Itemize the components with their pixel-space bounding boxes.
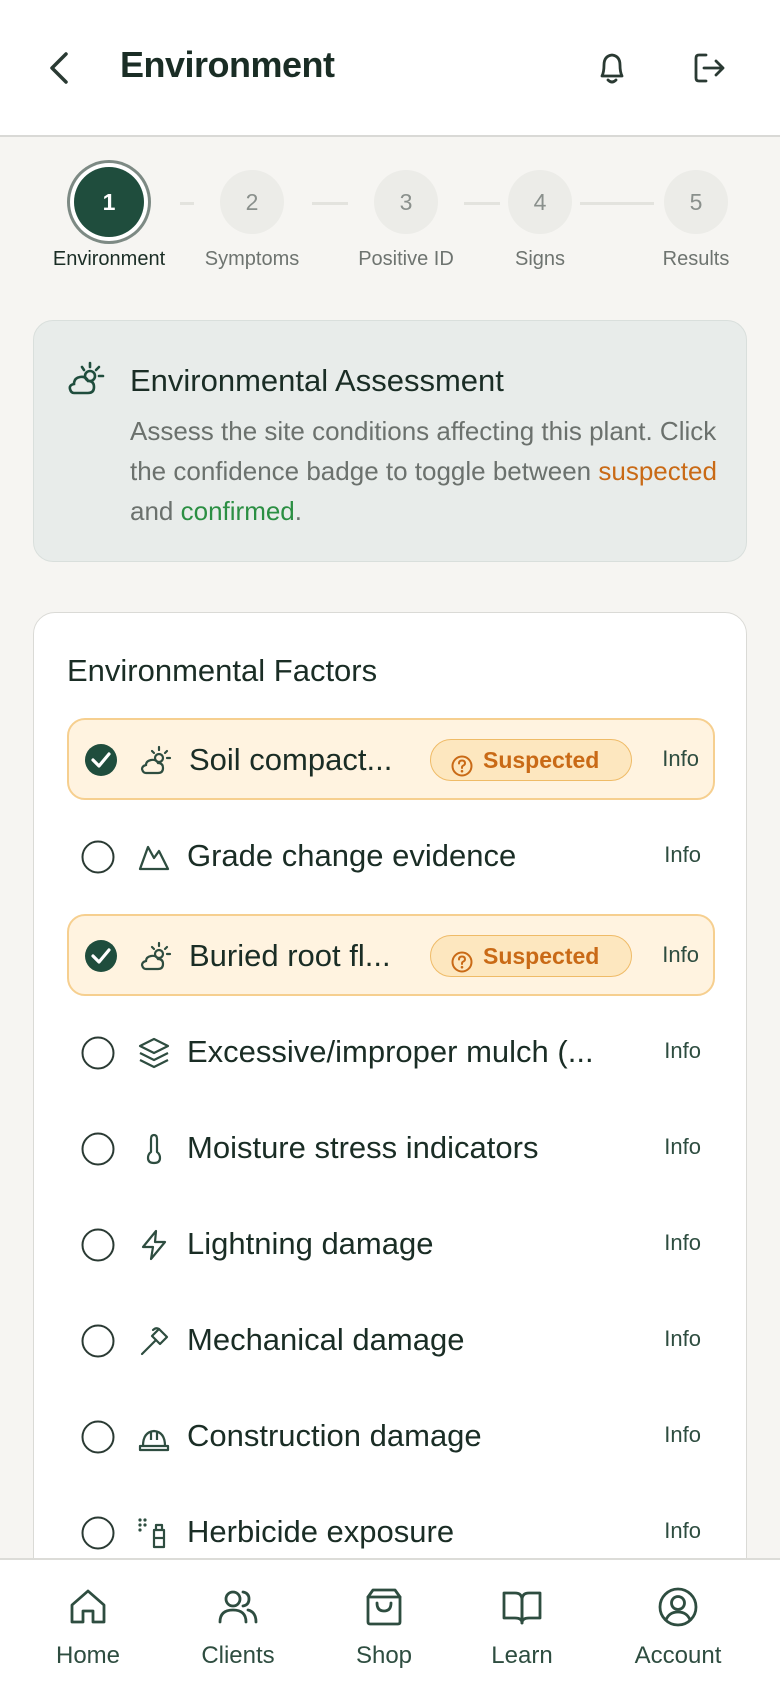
step-signs[interactable]: 4 Signs xyxy=(465,160,615,271)
unchecked-circle-icon[interactable] xyxy=(81,1324,115,1358)
progress-stepper: 1 Environment 2 Symptoms 3 Positive ID 4… xyxy=(0,160,780,280)
nav-label: Account xyxy=(634,1642,722,1669)
factor-row-mechanical[interactable]: Mechanical damage Info xyxy=(67,1300,715,1382)
factor-row-lightning[interactable]: Lightning damage Info xyxy=(67,1204,715,1286)
step-results[interactable]: 5 Results xyxy=(621,160,771,271)
account-icon xyxy=(658,1587,698,1627)
nav-label: Clients xyxy=(201,1642,275,1669)
step-label: Signs xyxy=(514,248,566,270)
checked-circle-icon[interactable] xyxy=(84,743,118,777)
step-label: Results xyxy=(662,248,730,270)
info-link[interactable]: Info xyxy=(664,1038,701,1064)
step-number: 5 xyxy=(664,170,728,234)
factor-label: Excessive/improper mulch (... xyxy=(187,1034,594,1069)
step-number: 3 xyxy=(374,170,438,234)
factor-row-soil-compaction[interactable]: Soil compact... Suspected Info xyxy=(67,718,715,800)
unchecked-circle-icon[interactable] xyxy=(81,1228,115,1262)
step-positive-id[interactable]: 3 Positive ID xyxy=(331,160,481,271)
nav-label: Learn xyxy=(491,1642,553,1669)
info-link[interactable]: Info xyxy=(664,1326,701,1352)
badge-label: Suspected xyxy=(483,747,600,773)
step-label: Environment xyxy=(52,248,166,270)
description-period: . xyxy=(294,496,302,526)
info-link[interactable]: Info xyxy=(662,942,699,968)
environmental-factors-card: Environmental Factors Soil compact... Su… xyxy=(33,612,747,1688)
page-title: Environment xyxy=(120,44,335,85)
nav-learn[interactable]: Learn xyxy=(452,1586,592,1670)
nav-home[interactable]: Home xyxy=(18,1586,158,1670)
layers-icon xyxy=(137,1036,171,1070)
step-environment[interactable]: 1 Environment xyxy=(34,160,184,271)
hardhat-icon xyxy=(137,1420,171,1454)
factor-label: Moisture stress indicators xyxy=(187,1130,539,1165)
nav-shop[interactable]: Shop xyxy=(314,1586,454,1670)
bottom-navigation: Home Clients Shop Learn Account xyxy=(0,1558,780,1688)
nav-clients[interactable]: Clients xyxy=(168,1586,308,1670)
factor-label: Buried root fl... xyxy=(189,938,391,973)
step-label: Symptoms xyxy=(204,248,300,270)
assessment-info-box: Environmental Assessment Assess the site… xyxy=(33,320,747,562)
info-link[interactable]: Info xyxy=(664,842,701,868)
thermometer-icon xyxy=(137,1132,171,1166)
info-link[interactable]: Info xyxy=(664,1518,701,1544)
info-link[interactable]: Info xyxy=(664,1134,701,1160)
book-icon xyxy=(502,1591,542,1625)
unchecked-circle-icon[interactable] xyxy=(81,1132,115,1166)
shopping-bag-icon xyxy=(366,1588,402,1626)
unchecked-circle-icon[interactable] xyxy=(81,1516,115,1550)
app-header: Environment xyxy=(0,0,780,137)
question-circle-icon xyxy=(451,945,473,973)
factor-row-grade-change[interactable]: Grade change evidence Info xyxy=(67,816,715,898)
weather-icon xyxy=(139,940,173,974)
confidence-badge[interactable]: Suspected xyxy=(430,935,632,977)
step-label: Positive ID xyxy=(358,248,454,270)
factor-row-moisture-stress[interactable]: Moisture stress indicators Info xyxy=(67,1108,715,1190)
hammer-icon xyxy=(137,1324,171,1358)
back-arrow-icon[interactable] xyxy=(40,46,80,90)
lightning-icon xyxy=(137,1228,171,1262)
factor-label: Soil compact... xyxy=(189,742,393,777)
step-number: 4 xyxy=(508,170,572,234)
weather-icon xyxy=(66,359,106,399)
checked-circle-icon[interactable] xyxy=(84,939,118,973)
spray-icon xyxy=(137,1516,171,1550)
nav-label: Home xyxy=(55,1642,121,1669)
factor-label: Mechanical damage xyxy=(187,1322,465,1357)
unchecked-circle-icon[interactable] xyxy=(81,1036,115,1070)
confirmed-keyword: confirmed xyxy=(180,496,295,526)
factor-label: Herbicide exposure xyxy=(187,1514,455,1549)
unchecked-circle-icon[interactable] xyxy=(81,1420,115,1454)
nav-label: Shop xyxy=(355,1642,413,1669)
description-conjunction: and xyxy=(130,496,181,526)
assessment-title: Environmental Assessment xyxy=(130,363,504,398)
confidence-badge[interactable]: Suspected xyxy=(430,739,632,781)
step-symptoms[interactable]: 2 Symptoms xyxy=(177,160,327,271)
factor-row-mulch[interactable]: Excessive/improper mulch (... Info xyxy=(67,1012,715,1094)
card-title: Environmental Factors xyxy=(67,653,378,688)
info-link[interactable]: Info xyxy=(662,746,699,772)
users-icon xyxy=(218,1590,258,1624)
info-link[interactable]: Info xyxy=(664,1422,701,1448)
factor-label: Lightning damage xyxy=(187,1226,434,1261)
badge-label: Suspected xyxy=(483,943,600,969)
bell-icon[interactable] xyxy=(592,46,632,90)
nav-account[interactable]: Account xyxy=(608,1586,748,1670)
home-icon xyxy=(70,1589,106,1624)
step-number: 2 xyxy=(220,170,284,234)
weather-icon xyxy=(139,744,173,778)
factor-row-construction[interactable]: Construction damage Info xyxy=(67,1396,715,1478)
factor-label: Grade change evidence xyxy=(187,838,517,873)
question-circle-icon xyxy=(451,749,473,777)
factor-label: Construction damage xyxy=(187,1418,482,1453)
factor-row-buried-root-flare[interactable]: Buried root fl... Suspected Info xyxy=(67,914,715,996)
suspected-keyword: suspected xyxy=(598,456,717,486)
info-link[interactable]: Info xyxy=(664,1230,701,1256)
logout-icon[interactable] xyxy=(688,46,732,90)
step-number: 1 xyxy=(74,167,144,237)
mountain-icon xyxy=(137,840,171,874)
assessment-description: Assess the site conditions affecting thi… xyxy=(130,411,720,531)
unchecked-circle-icon[interactable] xyxy=(81,840,115,874)
